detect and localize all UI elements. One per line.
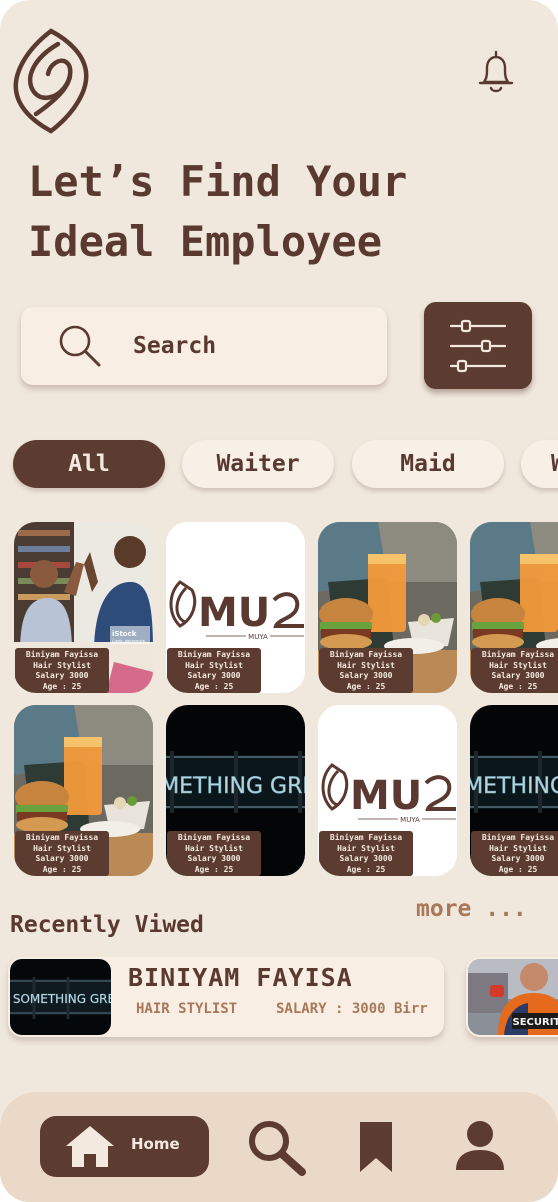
sliders-icon [449, 319, 507, 373]
employee-salary: Salary 3000 [35, 671, 89, 680]
employee-name: Biniyam Fayissa [329, 833, 403, 842]
more-link[interactable]: more ... [416, 896, 527, 922]
employee-info: Biniyam Fayissa Hair Stylist Salary 3000 Ag… [15, 648, 109, 693]
search-icon[interactable] [246, 1118, 306, 1176]
employee-card[interactable]: iStock Credit: dalreomote Biniyam Fayissa H… [14, 522, 153, 693]
filter-button[interactable] [424, 302, 532, 389]
employee-name: Biniyam Fayissa [481, 650, 555, 659]
employee-role: Hair Stylist [185, 660, 243, 670]
svg-text:MUYA: MUYA [400, 816, 420, 824]
employee-salary: Salary 3000 [491, 854, 545, 863]
employee-salary: Salary 3000 [187, 671, 241, 680]
nav-home-label: Home [131, 1135, 180, 1153]
bell-icon[interactable] [476, 48, 516, 96]
employee-name: Biniyam Fayissa [25, 833, 99, 842]
employee-name: Biniyam Fayissa [25, 650, 99, 659]
recent-thumbnail: DO SOMETHING GREAT [10, 959, 111, 1035]
employee-name: Biniyam Fayissa [481, 833, 555, 842]
recent-role: HAIR STYLIST [136, 1001, 238, 1017]
search-input[interactable] [133, 327, 363, 365]
employee-salary: Salary 3000 [339, 854, 393, 863]
employee-salary: Salary 3000 [491, 671, 545, 680]
recent-thumbnail: SECURITY [468, 959, 558, 1035]
employee-age: Age : 25 [346, 864, 386, 874]
svg-text:SOMETHING GREAT: SOMETHING GREAT [166, 774, 305, 799]
employee-role: Hair Stylist [337, 843, 395, 853]
employee-salary: Salary 3000 [339, 671, 393, 680]
bottom-navigation: Home [0, 1092, 558, 1202]
employee-age: Age : 25 [498, 864, 538, 874]
chip-waiter[interactable]: Waiter [182, 440, 334, 488]
employee-card[interactable]: SOMETHING GREAT Biniyam FayissaHair Styli… [470, 705, 558, 876]
svg-text:Credit: dalreomote: Credit: dalreomote [112, 639, 145, 643]
home-icon [66, 1126, 114, 1167]
employee-name: Biniyam Fayissa [177, 833, 251, 842]
chip-partial[interactable]: W [521, 440, 558, 488]
employee-age: Age : 25 [346, 681, 386, 691]
svg-text:MU: MU [198, 590, 270, 636]
svg-text:MUYA: MUYA [248, 633, 268, 641]
nav-home-button[interactable]: Home [40, 1116, 209, 1177]
employee-age: Age : 25 [194, 681, 234, 691]
employee-card[interactable]: MU MUYA Biniyam Fayissa Hair Stylist Salary … [318, 705, 457, 876]
employee-info: Biniyam Fayissa Hair Stylist Salary 3000 Ag… [471, 648, 558, 693]
employee-info: Biniyam Fayissa Hair Stylist Salary 3000 Ag… [15, 831, 109, 876]
chip-all[interactable]: All [13, 440, 165, 488]
muya-logo-icon [13, 28, 89, 134]
employee-info: Biniyam Fayissa Hair Stylist Salary 3000 Ag… [319, 648, 413, 693]
employee-role: Hair Stylist [185, 843, 243, 853]
employee-info: Biniyam Fayissa Hair Stylist Salary 3000 Ag… [167, 648, 261, 693]
employee-salary: Salary 3000 [187, 854, 241, 863]
page-title-line-2: Ideal Employee [28, 217, 383, 266]
employee-role: Hair Stylist [337, 660, 395, 670]
search-bar[interactable] [21, 307, 387, 385]
chip-maid[interactable]: Maid [352, 440, 504, 488]
employee-age: Age : 25 [42, 864, 82, 874]
user-icon[interactable] [456, 1120, 504, 1172]
employee-grid: iStock Credit: dalreomote Biniyam Fayissa H… [0, 520, 558, 880]
employee-card[interactable]: MU MUYA Biniyam Fayissa Hair Stylist Salary … [166, 522, 305, 693]
employee-age: Age : 25 [194, 864, 234, 874]
employee-info: Biniyam Fayissa Hair Stylist Salary 3000 Ag… [471, 831, 558, 876]
employee-role: Hair Stylist [489, 843, 547, 853]
bookmark-icon[interactable] [358, 1120, 394, 1174]
svg-text:SECURITY: SECURITY [513, 1017, 558, 1028]
recent-salary: SALARY : 3000 Birr [276, 1001, 428, 1017]
employee-card[interactable]: Biniyam Fayissa Hair Stylist Salary 3000 Ag… [14, 705, 153, 876]
recent-item[interactable]: DO SOMETHING GREAT BINIYAM FAYISA HAIR S… [8, 957, 444, 1037]
employee-role: Hair Stylist [33, 660, 91, 670]
recent-name: BINIYAM FAYISA [128, 963, 353, 992]
svg-text:DO SOMETHING GREAT: DO SOMETHING GREAT [10, 992, 111, 1006]
employee-salary: Salary 3000 [35, 854, 89, 863]
employee-age: Age : 25 [42, 681, 82, 691]
employee-age: Age : 25 [498, 681, 538, 691]
page-title-line-1: Let’s Find Your [28, 157, 408, 206]
employee-info: Biniyam Fayissa Hair Stylist Salary 3000 Ag… [167, 831, 261, 876]
page-title: Let’s Find Your Ideal Employee [28, 152, 528, 272]
employee-info: Biniyam Fayissa Hair Stylist Salary 3000 Ag… [319, 831, 413, 876]
search-icon [59, 325, 101, 367]
svg-text:iStock: iStock [112, 630, 137, 638]
employee-role: Hair Stylist [33, 843, 91, 853]
svg-text:MU: MU [350, 773, 422, 819]
svg-text:SOMETHING GREAT: SOMETHING GREAT [470, 774, 558, 799]
app-screen: Let’s Find Your Ideal Employee All Waite… [0, 0, 558, 1202]
employee-card[interactable]: SOMETHING GREAT Biniyam FayissaHair Styli… [166, 705, 305, 876]
employee-role: Hair Stylist [489, 660, 547, 670]
employee-name: Biniyam Fayissa [329, 650, 403, 659]
employee-card[interactable]: Biniyam Fayissa Hair Stylist Salary 3000 Ag… [470, 522, 558, 693]
recent-item[interactable]: SECURITY [466, 957, 558, 1037]
employee-card[interactable]: Biniyam Fayissa Hair Stylist Salary 3000 Ag… [318, 522, 457, 693]
category-chips: All Waiter Maid W [0, 440, 558, 490]
employee-name: Biniyam Fayissa [177, 650, 251, 659]
recently-viewed-title: Recently Viwed [10, 912, 204, 938]
